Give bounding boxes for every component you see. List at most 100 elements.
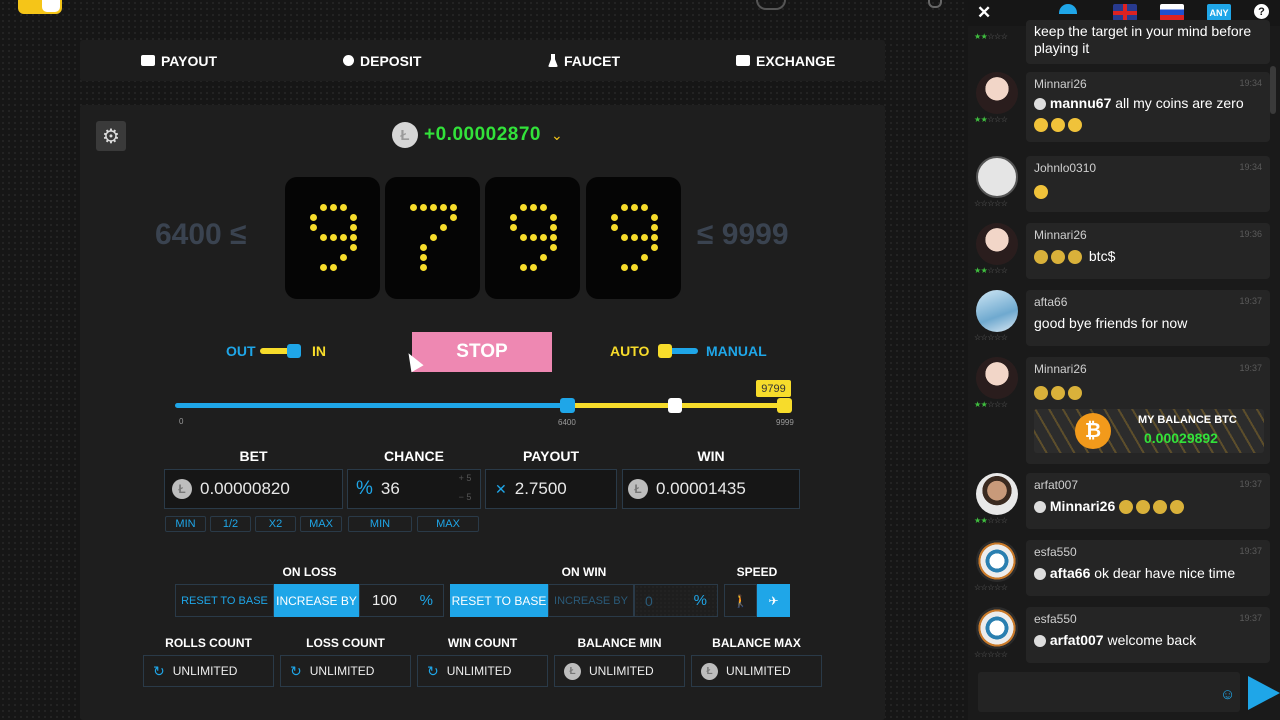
flag-uk-icon[interactable] — [1113, 4, 1137, 21]
message-username[interactable]: Minnari26 — [1034, 362, 1262, 376]
stop-button[interactable]: STOP — [412, 332, 552, 372]
roll-digit — [285, 177, 380, 299]
slider-track-out[interactable] — [175, 403, 568, 408]
message-mention[interactable]: Minnari26 — [1050, 498, 1115, 514]
chat-scrollbar[interactable] — [1270, 66, 1276, 114]
nav-payout[interactable]: PAYOUT — [141, 40, 217, 81]
chance-value[interactable]: 36 — [381, 479, 400, 499]
main-nav: PAYOUT DEPOSIT FAUCET EXCHANGE — [80, 40, 885, 81]
bet-half-button[interactable]: 1/2 — [210, 516, 251, 532]
on-win-increase-button[interactable]: INCREASE BY — [548, 584, 634, 617]
user-icon — [1034, 635, 1046, 648]
user-icon — [1034, 501, 1046, 514]
avatar[interactable] — [976, 156, 1018, 198]
refresh-icon: ↻ — [153, 662, 165, 679]
speed-fast-button[interactable]: ✈ — [757, 584, 790, 617]
payout-value[interactable]: 2.7500 — [515, 479, 567, 499]
win-count-value[interactable]: UNLIMITED — [447, 664, 512, 678]
message-mention[interactable]: afta66 — [1050, 565, 1090, 581]
toggle-in-label[interactable]: IN — [312, 343, 326, 359]
loss-count-input[interactable]: ↻ UNLIMITED — [280, 655, 411, 687]
message-username[interactable]: Minnari26 — [1034, 228, 1262, 242]
bet-min-button[interactable]: MIN — [165, 516, 206, 532]
message-mention[interactable]: mannu67 — [1050, 95, 1111, 111]
win-field: Ł 0.00001435 — [622, 469, 800, 509]
chat-input[interactable] — [978, 672, 1240, 712]
slider-tick-max: 9999 — [776, 418, 794, 427]
chat-bubble: Minnari26 19:37 ₿ MY BALANCE BTC 0.00029… — [1026, 357, 1270, 464]
message-username[interactable]: esfa550 — [1034, 545, 1262, 559]
flag-ru-icon[interactable] — [1160, 4, 1184, 21]
avatar[interactable] — [976, 223, 1018, 265]
message-body: ok dear have nice time — [1094, 565, 1236, 581]
message-username[interactable]: Minnari26 — [1034, 77, 1262, 91]
slider-tick-mid: 6400 — [558, 418, 576, 427]
on-loss-increase-input[interactable]: 100 % — [359, 584, 444, 617]
auto-manual-toggle[interactable] — [656, 343, 702, 359]
avatar[interactable] — [976, 473, 1018, 515]
avatar[interactable] — [976, 540, 1018, 582]
balance-min-input[interactable]: Ł UNLIMITED — [554, 655, 685, 687]
balance-selector[interactable]: Ł +0.00002870 ⌄ — [392, 121, 563, 149]
speed-walk-button[interactable]: 🚶 — [724, 584, 757, 617]
avatar[interactable] — [976, 607, 1018, 649]
bet-field[interactable]: Ł 0.00000820 — [164, 469, 343, 509]
bet-double-button[interactable]: X2 — [255, 516, 296, 532]
language-any-button[interactable]: ANY — [1207, 4, 1231, 21]
on-win-increase-value[interactable]: 0 — [645, 593, 653, 609]
avatar[interactable] — [976, 72, 1018, 114]
message-text: Minnari26 — [1034, 498, 1262, 515]
chat-bubble: Minnari26 19:34 mannu67 all my coins are… — [1026, 72, 1270, 142]
payout-field[interactable]: ✕ 2.7500 — [485, 469, 617, 509]
message-mention[interactable]: arfat007 — [1050, 632, 1104, 648]
on-loss-increase-button[interactable]: INCREASE BY — [274, 584, 359, 617]
nav-faucet[interactable]: FAUCET — [548, 40, 620, 81]
emoji-icon — [1034, 184, 1048, 199]
bet-value[interactable]: 0.00000820 — [200, 479, 290, 499]
site-logo[interactable] — [18, 0, 62, 14]
chance-max-button[interactable]: MAX — [417, 516, 479, 532]
message-time: 19:37 — [1239, 479, 1262, 489]
message-username[interactable]: afta66 — [1034, 295, 1262, 309]
balance-min-value[interactable]: UNLIMITED — [589, 664, 654, 678]
user-rating: ★★☆☆☆ — [974, 32, 1008, 41]
on-win-reset-button[interactable]: RESET TO BASE — [450, 584, 548, 617]
emoji-picker-icon[interactable]: ☺ — [1220, 686, 1235, 703]
nav-exchange[interactable]: EXCHANGE — [736, 40, 835, 81]
walk-icon: 🚶 — [733, 593, 748, 608]
message-username[interactable]: Johnlo0310 — [1034, 161, 1262, 175]
chance-field[interactable]: % 36 + 5 − 5 — [347, 469, 481, 509]
dice-game-panel — [80, 105, 885, 720]
on-loss-reset-button[interactable]: RESET TO BASE — [175, 584, 274, 617]
help-icon[interactable]: ? — [1254, 4, 1269, 19]
avatar[interactable] — [976, 290, 1018, 332]
win-count-input[interactable]: ↻ UNLIMITED — [417, 655, 548, 687]
message-username[interactable]: arfat007 — [1034, 478, 1262, 492]
send-icon[interactable] — [1248, 676, 1280, 710]
balance-min-label: BALANCE MIN — [577, 636, 662, 650]
balance-max-input[interactable]: Ł UNLIMITED — [691, 655, 822, 687]
toggle-out-label[interactable]: OUT — [226, 343, 256, 359]
chance-decrease-button[interactable]: − 5 — [452, 489, 478, 506]
on-win-increase-input[interactable]: 0 % — [634, 584, 718, 617]
bet-max-button[interactable]: MAX — [300, 516, 342, 532]
rolls-count-input[interactable]: ↻ UNLIMITED — [143, 655, 274, 687]
chance-min-button[interactable]: MIN — [348, 516, 412, 532]
avatar[interactable] — [976, 357, 1018, 399]
rolls-count-value[interactable]: UNLIMITED — [173, 664, 238, 678]
toggle-manual-label[interactable]: MANUAL — [706, 343, 767, 359]
loss-count-value[interactable]: UNLIMITED — [310, 664, 375, 678]
gear-icon[interactable]: ⚙ — [96, 121, 126, 151]
nav-deposit[interactable]: DEPOSIT — [343, 40, 421, 81]
message-username[interactable]: esfa550 — [1034, 612, 1262, 626]
slider-handle[interactable] — [560, 398, 575, 413]
on-loss-increase-value[interactable]: 100 — [372, 592, 397, 609]
range-high: ≤ 9999 — [697, 218, 789, 251]
toggle-auto-label[interactable]: AUTO — [610, 343, 649, 359]
emoji-icon — [1034, 250, 1048, 265]
chance-increase-button[interactable]: + 5 — [452, 470, 478, 487]
out-in-toggle[interactable] — [260, 343, 306, 359]
balance-max-value[interactable]: UNLIMITED — [726, 664, 791, 678]
payout-label: PAYOUT — [522, 448, 579, 464]
slider-handle-max[interactable] — [777, 398, 792, 413]
